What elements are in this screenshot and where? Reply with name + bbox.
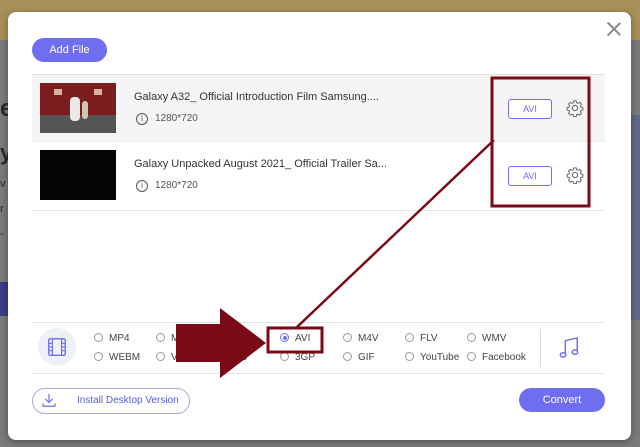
output-format-button[interactable]: AVI: [508, 99, 552, 119]
format-option-flv[interactable]: FLV: [405, 333, 438, 344]
background-text-fragment: -: [0, 228, 4, 240]
radio: [343, 352, 352, 361]
gear-icon[interactable]: [566, 166, 584, 184]
format-option-3gp[interactable]: 3GP: [280, 352, 315, 363]
file-resolution: 1280*720: [155, 180, 198, 191]
format-label: GIF: [358, 352, 375, 363]
radio: [156, 352, 165, 361]
divider: [540, 329, 541, 367]
format-label: VOB: [171, 352, 193, 363]
background-text-fragment: v: [0, 178, 6, 190]
radio: [94, 352, 103, 361]
video-thumbnail: [40, 150, 116, 200]
format-option-mpg[interactable]: PG: [218, 352, 247, 363]
format-label: FLV: [420, 333, 438, 344]
file-resolution: 1280*720: [155, 113, 198, 124]
video-category-tab[interactable]: [38, 328, 76, 366]
format-label: M4V: [358, 333, 379, 344]
info-icon: i: [136, 113, 148, 125]
radio: [343, 333, 352, 342]
add-file-button[interactable]: Add File: [32, 38, 107, 62]
format-option-wmv[interactable]: WMV: [467, 333, 506, 344]
radio: [467, 333, 476, 342]
format-option-webm[interactable]: WEBM: [94, 352, 140, 363]
radio: [280, 352, 289, 361]
format-option-m4v[interactable]: M4V: [343, 333, 379, 344]
background-text-fragment: r: [0, 203, 4, 215]
gear-icon[interactable]: [566, 99, 584, 117]
format-label: M: [171, 333, 180, 344]
format-label: YouTube: [420, 352, 460, 363]
film-icon: [48, 338, 66, 356]
convert-button[interactable]: Convert: [519, 388, 605, 412]
format-option-gif[interactable]: GIF: [343, 352, 375, 363]
radio: [467, 352, 476, 361]
file-title: Galaxy A32_ Official Introduction Film S…: [134, 91, 379, 103]
radio: [405, 333, 414, 342]
file-row: Galaxy Unpacked August 2021_ Official Tr…: [32, 142, 605, 208]
format-label: AVI: [295, 333, 311, 344]
format-label: WEBM: [109, 352, 141, 363]
radio: [405, 352, 414, 361]
format-label: 3GP: [295, 352, 316, 363]
converter-modal: Add File Galaxy A32_ Official Introducti…: [8, 12, 631, 440]
format-panel: MP4 M AVI M4V FLV WMV WEBM VOB PG 3GP GI…: [32, 322, 605, 374]
radio: [94, 333, 103, 342]
format-option-mp4[interactable]: MP4: [94, 333, 130, 344]
install-desktop-button[interactable]: Install Desktop Version: [32, 388, 190, 414]
format-option-avi[interactable]: AVI: [280, 333, 310, 344]
file-title: Galaxy Unpacked August 2021_ Official Tr…: [134, 158, 387, 170]
format-option-youtube[interactable]: YouTube: [405, 352, 459, 363]
format-option-vob[interactable]: VOB: [156, 352, 192, 363]
download-icon: [42, 393, 56, 407]
radio: [156, 333, 165, 342]
radio-selected: [280, 333, 289, 342]
file-row: Galaxy A32_ Official Introduction Film S…: [32, 75, 605, 142]
format-label: MP4: [109, 333, 130, 344]
info-icon: i: [136, 180, 148, 192]
format-label: Facebook: [482, 352, 526, 363]
format-option-facebook[interactable]: Facebook: [467, 352, 526, 363]
install-desktop-label: Install Desktop Version: [77, 395, 179, 406]
video-thumbnail: [40, 83, 116, 133]
music-note-icon[interactable]: [558, 336, 580, 360]
format-label: PG: [233, 352, 248, 363]
output-format-button[interactable]: AVI: [508, 166, 552, 186]
format-label: WMV: [482, 333, 507, 344]
close-icon[interactable]: [605, 20, 623, 38]
file-list: Galaxy A32_ Official Introduction Film S…: [32, 74, 605, 211]
radio: [218, 352, 227, 361]
format-option-partial[interactable]: M: [156, 333, 179, 344]
